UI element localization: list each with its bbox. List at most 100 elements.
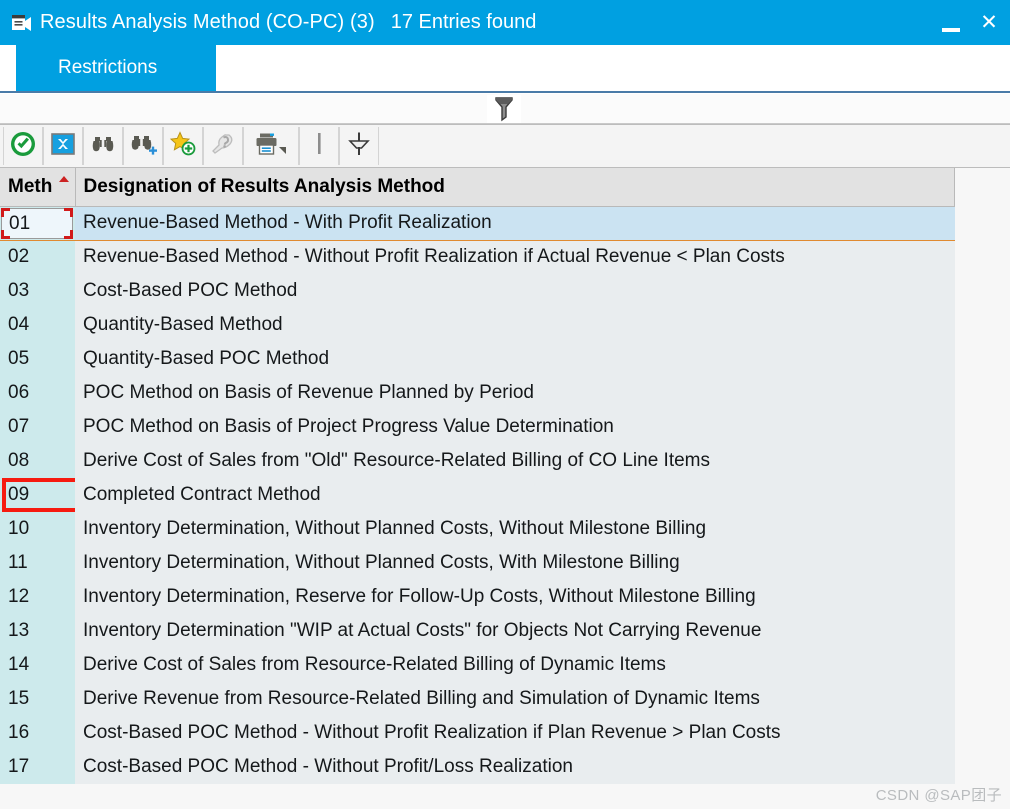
focus-corner-top-right	[64, 207, 73, 217]
cell-meth[interactable]: 05	[0, 342, 75, 376]
table-header-row: Meth Designation of Results Analysis Met…	[0, 168, 955, 207]
focused-cell[interactable]: 01	[1, 207, 73, 239]
copy-confirm-button[interactable]	[3, 127, 43, 165]
cell-meth[interactable]: 01	[0, 205, 75, 241]
cell-meth-value: 01	[9, 212, 31, 234]
column-header-meth-label: Meth	[8, 175, 53, 197]
bottom-edge	[0, 803, 1010, 809]
table-row[interactable]: 09 Completed Contract Method	[0, 478, 955, 512]
tab-restrictions-label: Restrictions	[58, 57, 158, 78]
table-row[interactable]: 05 Quantity-Based POC Method	[0, 342, 955, 376]
table-row[interactable]: 15 Derive Revenue from Resource-Related …	[0, 682, 955, 716]
table-body: 01 Revenue-Based Method - With Profit Re…	[0, 205, 955, 784]
toolbar	[0, 124, 1010, 168]
focus-corner-top-left	[1, 207, 10, 217]
cell-meth[interactable]: 07	[0, 410, 75, 444]
tab-restrictions[interactable]: Restrictions	[16, 45, 216, 91]
find-button[interactable]	[83, 127, 123, 165]
entries-found-label: 17 Entries found	[390, 11, 537, 33]
table-row[interactable]: 08 Derive Cost of Sales from "Old" Resou…	[0, 444, 955, 478]
minimize-button[interactable]	[942, 14, 964, 32]
cell-meth[interactable]: 03	[0, 274, 75, 308]
table-row[interactable]: 10 Inventory Determination, Without Plan…	[0, 512, 955, 546]
cell-designation[interactable]: Derive Revenue from Resource-Related Bil…	[75, 682, 955, 716]
table-row[interactable]: 12 Inventory Determination, Reserve for …	[0, 580, 955, 614]
table-row[interactable]: 14 Derive Cost of Sales from Resource-Re…	[0, 648, 955, 682]
cell-designation[interactable]: Cost-Based POC Method - Without Profit R…	[75, 716, 955, 750]
cell-meth[interactable]: 14	[0, 648, 75, 682]
personal-value-button[interactable]	[203, 127, 243, 165]
close-icon[interactable]: ✕	[978, 12, 1000, 33]
table-row[interactable]: 07 POC Method on Basis of Project Progre…	[0, 410, 955, 444]
cell-meth[interactable]: 06	[0, 376, 75, 410]
focus-corner-bottom-right	[64, 229, 73, 239]
cell-designation[interactable]: Derive Cost of Sales from Resource-Relat…	[75, 648, 955, 682]
cell-designation[interactable]: Completed Contract Method	[75, 478, 955, 512]
cell-designation[interactable]: Revenue-Based Method - Without Profit Re…	[75, 240, 955, 274]
green-check-icon	[9, 130, 37, 163]
funnel-icon[interactable]	[487, 95, 521, 123]
cell-designation[interactable]: Derive Cost of Sales from "Old" Resource…	[75, 444, 955, 478]
table-row[interactable]: 06 POC Method on Basis of Revenue Planne…	[0, 376, 955, 410]
vertical-separator-icon	[313, 130, 325, 163]
table-row[interactable]: 13 Inventory Determination "WIP at Actua…	[0, 614, 955, 648]
cell-meth[interactable]: 04	[0, 308, 75, 342]
add-favorite-button[interactable]	[163, 127, 203, 165]
table-row[interactable]: 16 Cost-Based POC Method - Without Profi…	[0, 716, 955, 750]
table-row[interactable]: 01 Revenue-Based Method - With Profit Re…	[0, 205, 955, 241]
find-next-button[interactable]	[123, 127, 163, 165]
popup-window: Results Analysis Method (CO-PC) (3) 17 E…	[0, 0, 1010, 809]
title-bar: Results Analysis Method (CO-PC) (3) 17 E…	[0, 0, 1010, 45]
column-header-designation[interactable]: Designation of Results Analysis Method	[75, 168, 955, 207]
cell-designation[interactable]: POC Method on Basis of Revenue Planned b…	[75, 376, 955, 410]
column-header-designation-label: Designation of Results Analysis Method	[83, 175, 445, 197]
cell-meth[interactable]: 10	[0, 512, 75, 546]
table-row[interactable]: 02 Revenue-Based Method - Without Profit…	[0, 240, 955, 274]
watermark-label: CSDN @SAP团子	[875, 787, 1002, 804]
results-table-container: Meth Designation of Results Analysis Met…	[0, 168, 1010, 809]
cell-designation[interactable]: Inventory Determination "WIP at Actual C…	[75, 614, 955, 648]
cell-designation[interactable]: POC Method on Basis of Project Progress …	[75, 410, 955, 444]
table-row[interactable]: 04 Quantity-Based Method	[0, 308, 955, 342]
cell-meth[interactable]: 02	[0, 240, 75, 274]
cell-designation[interactable]: Quantity-Based Method	[75, 308, 955, 342]
blue-cancel-x-icon	[49, 130, 77, 163]
table-row[interactable]: 11 Inventory Determination, Without Plan…	[0, 546, 955, 580]
sort-ascending-icon	[58, 176, 69, 182]
cell-designation[interactable]: Inventory Determination, Reserve for Fol…	[75, 580, 955, 614]
cell-meth[interactable]: 11	[0, 546, 75, 580]
results-table: Meth Designation of Results Analysis Met…	[0, 168, 955, 784]
cell-designation[interactable]: Cost-Based POC Method	[75, 274, 955, 308]
table-row[interactable]: 17 Cost-Based POC Method - Without Profi…	[0, 750, 955, 784]
cell-designation[interactable]: Revenue-Based Method - With Profit Reali…	[75, 205, 955, 241]
window-title: Results Analysis Method (CO-PC) (3)	[40, 11, 375, 33]
tab-strip: Restrictions	[0, 45, 1010, 93]
cell-meth[interactable]: 12	[0, 580, 75, 614]
cell-meth[interactable]: 16	[0, 716, 75, 750]
focus-corner-bottom-left	[1, 229, 10, 239]
cell-designation[interactable]: Cost-Based POC Method - Without Profit/L…	[75, 750, 955, 784]
cell-meth[interactable]: 17	[0, 750, 75, 784]
column-header-meth[interactable]: Meth	[0, 168, 76, 207]
print-button[interactable]	[243, 127, 299, 165]
cell-meth[interactable]: 15	[0, 682, 75, 716]
window-controls: ✕	[942, 0, 1000, 45]
cell-meth[interactable]: 08	[0, 444, 75, 478]
separator-1	[299, 127, 339, 165]
binoculars-icon	[89, 130, 117, 163]
star-plus-icon	[169, 130, 197, 163]
printer-dropdown-icon	[253, 130, 289, 163]
cell-designation[interactable]: Inventory Determination, Without Planned…	[75, 512, 955, 546]
table-row[interactable]: 03 Cost-Based POC Method	[0, 274, 955, 308]
annotation-highlight-box	[2, 478, 75, 512]
cell-designation[interactable]: Inventory Determination, Without Planned…	[75, 546, 955, 580]
cell-designation[interactable]: Quantity-Based POC Method	[75, 342, 955, 376]
drag-strip	[0, 93, 1010, 124]
binoculars-plus-icon	[129, 130, 157, 163]
cell-meth[interactable]: 09	[0, 478, 75, 512]
cell-meth[interactable]: 13	[0, 614, 75, 648]
question-tag-icon	[209, 130, 237, 163]
cancel-button[interactable]	[43, 127, 83, 165]
filter-funnel-icon	[345, 130, 373, 163]
filter-button[interactable]	[339, 127, 379, 165]
